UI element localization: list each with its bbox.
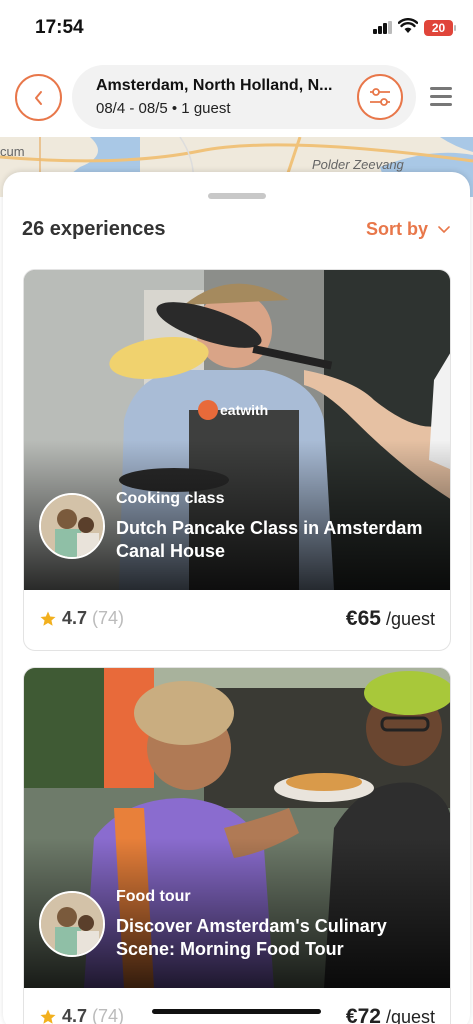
results-count: 26 experiences [22, 218, 166, 240]
map-label-left: cum [0, 144, 25, 159]
price-unit: /guest [385, 1007, 435, 1024]
status-bar: 17:54 20 [0, 0, 473, 56]
chevron-left-icon [34, 90, 42, 105]
review-count: (74) [92, 608, 125, 628]
experience-card[interactable]: Food tour Discover Amsterdam's Culinary … [23, 667, 451, 1024]
sheet-drag-handle[interactable] [208, 193, 266, 199]
sort-button[interactable]: Sort by [366, 219, 450, 240]
host-avatar [39, 493, 105, 559]
experience-price: €72 /guest [346, 1005, 435, 1024]
svg-text:eatwith: eatwith [220, 402, 268, 418]
search-dates-guests: 08/4 - 08/5 • 1 guest [96, 100, 231, 117]
experience-card[interactable]: eatwith Cooking class Dutch Pancake Clas… [23, 269, 451, 651]
star-icon [40, 611, 56, 626]
experience-rating: 4.7 (74) [39, 1006, 124, 1024]
review-count: (74) [92, 1006, 125, 1024]
wifi-icon [398, 18, 418, 33]
rating-value: 4.7 [62, 608, 88, 628]
search-summary[interactable]: Amsterdam, North Holland, N... 08/4 - 08… [72, 65, 416, 129]
map-label-right: Polder Zeevang [312, 157, 404, 172]
experience-category: Cooking class [116, 490, 225, 507]
results-sheet: 26 experiences Sort by eatwith Cooking c… [3, 172, 470, 1024]
experience-footer: 4.7 (74) €72 /guest [24, 988, 450, 1024]
experience-title: Discover Amsterdam's Culinary Scene: Mor… [116, 916, 387, 959]
price-amount: €72 [345, 1005, 381, 1024]
hamburger-menu-icon[interactable] [430, 85, 454, 107]
experience-category: Food tour [116, 888, 191, 905]
search-header: Amsterdam, North Holland, N... 08/4 - 08… [0, 56, 473, 138]
experience-footer: 4.7 (74) €65 /guest [24, 590, 450, 650]
experience-photo: eatwith Cooking class Dutch Pancake Clas… [24, 270, 450, 590]
experience-photo: Food tour Discover Amsterdam's Culinary … [24, 668, 450, 988]
sort-label: Sort by [365, 219, 428, 239]
status-time: 17:54 [35, 17, 84, 38]
price-amount: €65 [345, 607, 381, 630]
experience-rating: 4.7 (74) [39, 608, 124, 629]
star-icon [40, 1009, 56, 1024]
price-unit: /guest [385, 609, 435, 629]
signal-icon [373, 21, 393, 34]
sliders-icon [370, 88, 390, 106]
host-avatar [39, 891, 105, 957]
filter-button[interactable] [357, 74, 403, 120]
rating-value: 4.7 [62, 1006, 88, 1024]
experience-price: €65 /guest [346, 607, 435, 631]
home-indicator[interactable] [152, 1009, 321, 1014]
search-location: Amsterdam, North Holland, N... [96, 77, 333, 94]
battery-icon: 20 [424, 20, 456, 36]
back-button[interactable] [15, 74, 62, 121]
experience-title: Dutch Pancake Class in Amsterdam Canal H… [116, 518, 423, 561]
chevron-down-icon [438, 225, 450, 233]
